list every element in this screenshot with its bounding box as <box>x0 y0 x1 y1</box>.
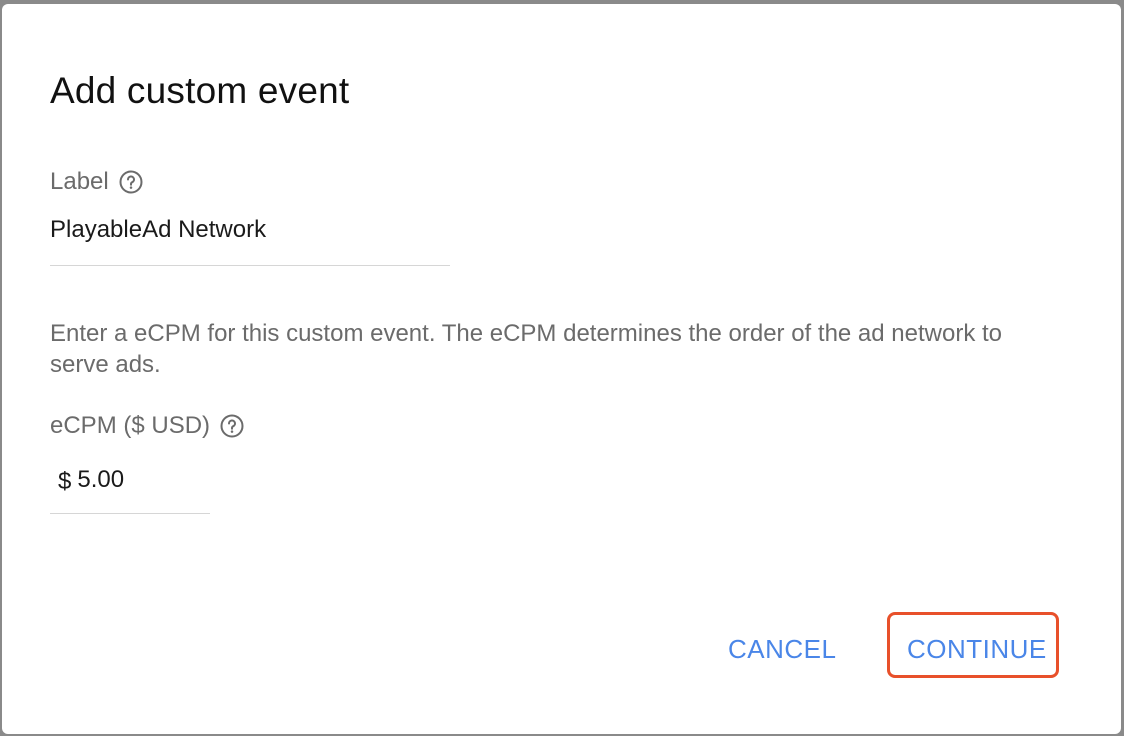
label-input[interactable] <box>50 212 450 266</box>
cancel-button[interactable]: CANCEL <box>728 630 836 668</box>
ecpm-field: $ <box>50 462 210 514</box>
currency-symbol: $ <box>58 468 72 495</box>
continue-button[interactable]: CONTINUE <box>907 630 1047 668</box>
ecpm-field-label: eCPM ($ USD) <box>50 412 244 440</box>
ecpm-help-icon[interactable] <box>220 414 244 438</box>
ecpm-description: Enter a eCPM for this custom event. The … <box>50 320 1003 378</box>
label-field-label-text: Label <box>50 168 109 195</box>
add-custom-event-dialog: Add custom event Label Enter a eCPM for … <box>2 4 1121 734</box>
label-help-icon[interactable] <box>119 170 143 194</box>
ecpm-input[interactable] <box>77 466 188 494</box>
ecpm-field-label-text: eCPM ($ USD) <box>50 412 211 439</box>
label-field-label: Label <box>50 168 143 196</box>
dialog-title: Add custom event <box>50 70 350 111</box>
